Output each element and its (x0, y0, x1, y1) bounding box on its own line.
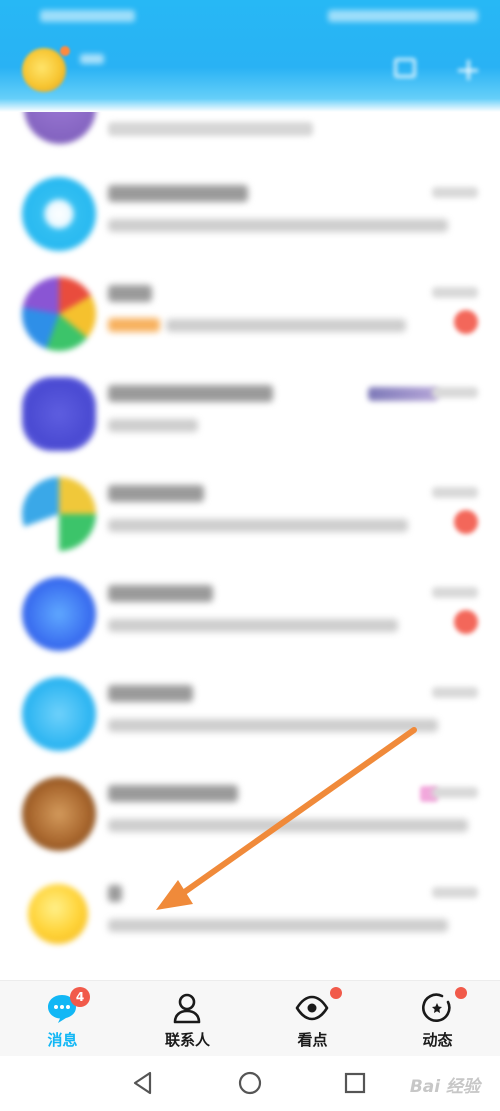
tab-messages[interactable]: 4 消息 (0, 981, 125, 1057)
tab-label: 看点 (297, 1031, 328, 1049)
timestamp (432, 787, 478, 798)
list-item[interactable] (0, 164, 500, 264)
status-bar (0, 0, 500, 36)
conversation-name (108, 385, 273, 402)
conversation-name (108, 885, 122, 902)
conversation-name (108, 485, 204, 502)
conversation-list[interactable] (0, 112, 500, 980)
avatar (28, 884, 88, 944)
conversation-name (108, 785, 238, 802)
status-bar-time (40, 10, 135, 22)
timestamp (432, 487, 478, 498)
list-item[interactable] (0, 364, 500, 464)
tab-label: 动态 (422, 1031, 453, 1049)
unread-badge (454, 610, 478, 634)
list-item[interactable] (0, 264, 500, 364)
plus-icon[interactable] (458, 60, 478, 80)
message-preview (108, 919, 448, 932)
status-bar-indicators (328, 10, 478, 22)
tab-watch[interactable]: 看点 (250, 981, 375, 1057)
vip-badge (368, 387, 438, 401)
conversation-name (108, 685, 193, 702)
timestamp (432, 687, 478, 698)
list-item[interactable] (0, 464, 500, 564)
conversation-name (108, 285, 152, 302)
home-icon[interactable] (235, 1068, 265, 1098)
avatar (22, 777, 96, 851)
avatar (22, 677, 96, 751)
tab-contacts[interactable]: 联系人 (125, 981, 250, 1057)
scan-icon[interactable] (394, 58, 416, 78)
message-preview (108, 219, 448, 232)
back-icon[interactable] (128, 1068, 158, 1098)
avatar (22, 377, 96, 451)
star-circle-icon (422, 993, 451, 1022)
avatar (22, 477, 96, 551)
list-item[interactable] (0, 664, 500, 764)
tab-feed[interactable]: 动态 (375, 981, 500, 1057)
unread-count-badge: 4 (70, 987, 90, 1007)
conversation-name (108, 185, 248, 202)
timestamp (432, 287, 478, 298)
eye-icon (295, 995, 329, 1021)
person-icon (173, 993, 201, 1024)
avatar (22, 177, 96, 251)
message-tag (108, 318, 160, 332)
notification-dot (330, 987, 342, 999)
tab-label: 联系人 (164, 1031, 210, 1049)
list-item[interactable] (0, 564, 500, 664)
list-item[interactable] (0, 112, 500, 162)
unread-badge (454, 310, 478, 334)
message-preview (108, 519, 408, 532)
tab-label: 消息 (47, 1031, 78, 1049)
bottom-tab-bar: 4 消息 联系人 看点 动态 (0, 980, 500, 1056)
recent-apps-icon[interactable] (340, 1068, 370, 1098)
timestamp (432, 187, 478, 198)
message-preview (166, 319, 406, 332)
avatar[interactable] (22, 48, 66, 92)
watermark-logo: Bai 经验 (409, 1077, 480, 1097)
message-preview (108, 719, 438, 732)
conversation-name (108, 585, 213, 602)
avatar (24, 112, 96, 144)
message-preview (108, 619, 398, 632)
timestamp (432, 587, 478, 598)
online-status-icon (60, 46, 70, 56)
avatar (22, 277, 96, 351)
message-preview (108, 122, 313, 136)
timestamp (432, 387, 478, 398)
avatar (22, 577, 96, 651)
list-item[interactable] (0, 764, 500, 864)
app-header (0, 0, 500, 112)
system-nav-bar: Bai 经验 (0, 1056, 500, 1111)
unread-badge (454, 510, 478, 534)
message-preview (108, 419, 198, 432)
timestamp (432, 887, 478, 898)
account-name (80, 54, 104, 64)
message-preview (108, 819, 468, 832)
list-item[interactable] (0, 864, 500, 964)
notification-dot (455, 987, 467, 999)
